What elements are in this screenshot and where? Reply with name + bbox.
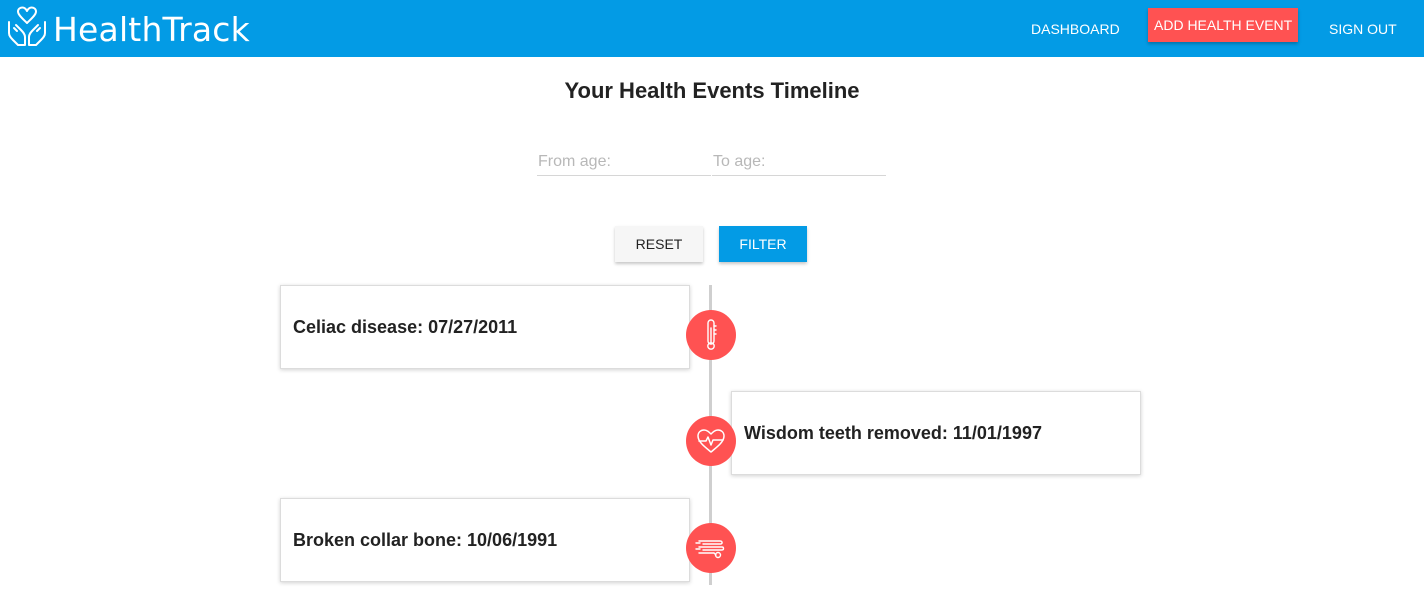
brand-name: HealthTrack bbox=[53, 9, 250, 49]
event-title: Celiac disease: 07/27/2011 bbox=[293, 316, 518, 337]
event-title: Broken collar bone: 10/06/1991 bbox=[293, 529, 558, 550]
timeline-event-card[interactable]: Broken collar bone: 10/06/1991 bbox=[280, 498, 690, 582]
nav-dashboard-link[interactable]: DASHBOARD bbox=[1031, 0, 1120, 57]
reset-button[interactable]: RESET bbox=[615, 226, 703, 262]
filter-button[interactable]: FILTER bbox=[719, 226, 807, 262]
thermometer-icon bbox=[686, 310, 736, 360]
event-title: Wisdom teeth removed: 11/01/1997 bbox=[744, 422, 1042, 443]
page-title: Your Health Events Timeline bbox=[564, 78, 860, 103]
from-age-input[interactable] bbox=[537, 149, 711, 176]
timeline-event-card[interactable]: Celiac disease: 07/27/2011 bbox=[280, 285, 690, 369]
brand[interactable]: HealthTrack bbox=[6, 2, 250, 52]
hands-heart-icon bbox=[8, 6, 46, 46]
timeline-event-card[interactable]: Wisdom teeth removed: 11/01/1997 bbox=[731, 391, 1141, 475]
add-health-event-button[interactable]: ADD HEALTH EVENT bbox=[1148, 8, 1299, 42]
to-age-input[interactable] bbox=[712, 149, 886, 176]
bandage-icon bbox=[686, 523, 736, 573]
heartbeat-icon bbox=[686, 416, 736, 466]
top-navbar: HealthTrack DASHBOARD ADD HEALTH EVENT S… bbox=[0, 0, 1424, 57]
sign-out-link[interactable]: SIGN OUT bbox=[1329, 0, 1397, 57]
